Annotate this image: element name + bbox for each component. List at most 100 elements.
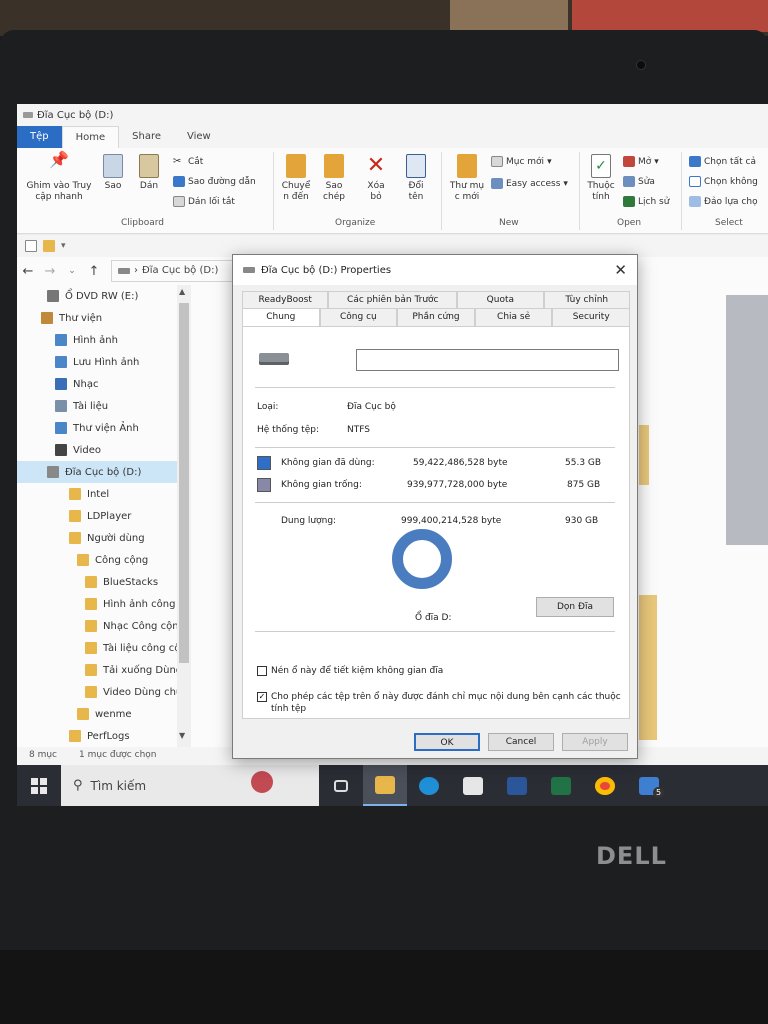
easy-access-button[interactable]: Easy access ▾ xyxy=(491,178,568,189)
properties-button[interactable]: ✓ Thuộc tính xyxy=(583,154,619,203)
forward-button[interactable]: → xyxy=(39,264,61,279)
nav-item[interactable]: Nhạc xyxy=(17,373,177,395)
excel-icon[interactable] xyxy=(539,765,583,806)
nav-item[interactable]: BlueStacks xyxy=(17,571,177,593)
index-checkbox[interactable]: ✓ xyxy=(257,692,267,702)
folder-item[interactable] xyxy=(639,425,649,485)
divider xyxy=(255,631,615,632)
compress-checkbox[interactable] xyxy=(257,666,267,676)
tab-customize[interactable]: Tùy chỉnh xyxy=(543,291,630,308)
copy-button[interactable]: Sao xyxy=(101,154,125,192)
copy-path-button[interactable]: Sao đường dẫn xyxy=(173,176,256,187)
dropdown-arrow-icon: ▾ xyxy=(547,156,552,167)
close-icon[interactable]: ✕ xyxy=(614,261,627,279)
nav-item[interactable]: Tải xuống Dùng ch xyxy=(17,659,177,681)
paste-button[interactable]: Dán xyxy=(137,154,161,192)
nav-item[interactable]: PerfLogs xyxy=(17,725,177,747)
nav-item[interactable]: Video xyxy=(17,439,177,461)
recent-locations-button[interactable]: ⌄ xyxy=(61,266,83,276)
scissors-icon: ✂ xyxy=(173,156,182,167)
nav-item[interactable]: Thư viện xyxy=(17,307,177,329)
file-explorer-icon[interactable] xyxy=(363,765,407,806)
tab-tools[interactable]: Công cụ xyxy=(319,308,398,326)
edge-icon[interactable] xyxy=(407,765,451,806)
tab-home[interactable]: Home xyxy=(61,126,120,148)
nav-item[interactable]: Tài liệu công cộng xyxy=(17,637,177,659)
edit-button[interactable]: Sửa xyxy=(623,176,655,187)
nav-item[interactable]: Hình ảnh xyxy=(17,329,177,351)
nav-item[interactable]: Hình ảnh công cộ xyxy=(17,593,177,615)
nav-item[interactable]: Tài liệu xyxy=(17,395,177,417)
tab-previous-versions[interactable]: Các phiên bản Trước xyxy=(328,291,458,308)
type-label: Loại: xyxy=(257,402,279,412)
nav-item[interactable]: Lưu Hình ảnh xyxy=(17,351,177,373)
nav-item[interactable]: LDPlayer xyxy=(17,505,177,527)
nav-item[interactable]: Công cộng xyxy=(17,549,177,571)
back-button[interactable]: ← xyxy=(17,264,39,279)
pictures-icon xyxy=(55,334,67,346)
paste-icon xyxy=(139,154,159,178)
nav-item[interactable]: wenme xyxy=(17,703,177,725)
tab-file[interactable]: Tệp xyxy=(17,126,62,148)
new-item-icon xyxy=(491,156,503,167)
nav-item[interactable]: Đĩa Cục bộ (D:) xyxy=(17,461,177,483)
tab-readyboost[interactable]: ReadyBoost xyxy=(242,291,329,308)
up-button[interactable]: ↑ xyxy=(83,264,105,279)
cancel-button[interactable]: Cancel xyxy=(488,733,554,751)
scroll-down-icon[interactable]: ▼ xyxy=(179,731,185,740)
chrome-icon[interactable] xyxy=(583,765,627,806)
store-icon[interactable] xyxy=(451,765,495,806)
tab-quota[interactable]: Quota xyxy=(457,291,544,308)
invert-selection-label: Đảo lựa chọ xyxy=(704,196,758,207)
drive-name-input[interactable] xyxy=(356,349,619,371)
nav-scrollbar[interactable]: ▲ ▼ xyxy=(177,285,191,747)
delete-button[interactable]: ✕ Xóa bỏ xyxy=(363,154,389,203)
tab-view[interactable]: View xyxy=(174,126,224,148)
group-separator xyxy=(579,152,580,230)
ok-button[interactable]: OK xyxy=(414,733,480,751)
taskbar-search[interactable]: ⚲ Tìm kiếm xyxy=(61,765,319,806)
new-folder-button[interactable]: Thư mụ c mới xyxy=(447,154,487,203)
nav-item[interactable]: Người dùng xyxy=(17,527,177,549)
search-highlight-icon[interactable] xyxy=(251,771,273,793)
apply-button[interactable]: Apply xyxy=(562,733,628,751)
paste-shortcut-button[interactable]: Dán lối tắt xyxy=(173,196,235,207)
word-icon[interactable] xyxy=(495,765,539,806)
history-button[interactable]: Lịch sử xyxy=(623,196,669,207)
nav-item[interactable]: Ổ DVD RW (E:) xyxy=(17,285,177,307)
nav-item[interactable]: Video Dùng chung xyxy=(17,681,177,703)
customize-toolbar-icon[interactable]: ▾ xyxy=(61,241,66,251)
start-button[interactable] xyxy=(17,765,61,806)
rename-button[interactable]: Đổi tên xyxy=(403,154,429,203)
new-item-label: Mục mới xyxy=(506,156,545,167)
properties-small-icon[interactable] xyxy=(25,240,37,252)
tab-general[interactable]: Chung xyxy=(242,308,320,326)
disk-cleanup-button[interactable]: Dọn Đĩa xyxy=(536,597,614,617)
nav-item[interactable]: Thư viện Ảnh xyxy=(17,417,177,439)
select-all-button[interactable]: Chọn tất cả xyxy=(689,156,756,167)
scrollbar-thumb[interactable] xyxy=(179,303,189,663)
task-view-icon[interactable] xyxy=(319,765,363,806)
used-space-swatch xyxy=(257,456,271,470)
select-none-button[interactable]: Chọn không xyxy=(689,176,758,187)
new-folder-small-icon[interactable] xyxy=(43,240,55,252)
select-all-label: Chọn tất cả xyxy=(704,156,756,167)
tab-security[interactable]: Security xyxy=(552,308,630,326)
folder-icon xyxy=(85,620,97,632)
nav-item[interactable]: Nhạc Công cộng xyxy=(17,615,177,637)
invert-selection-button[interactable]: Đảo lựa chọ xyxy=(689,196,758,207)
nav-item[interactable]: Intel xyxy=(17,483,177,505)
tab-share[interactable]: Share xyxy=(119,126,174,148)
open-button[interactable]: Mở ▾ xyxy=(623,156,659,167)
filesystem-value: NTFS xyxy=(347,425,370,435)
scroll-up-icon[interactable]: ▲ xyxy=(179,287,185,296)
folder-item[interactable] xyxy=(639,595,657,740)
mail-icon[interactable]: 5 xyxy=(627,765,671,806)
tab-hardware[interactable]: Phần cứng xyxy=(397,308,475,326)
new-item-button[interactable]: Mục mới ▾ xyxy=(491,156,552,167)
copy-to-button[interactable]: Sao chép xyxy=(317,154,351,203)
tab-sharing[interactable]: Chia sẻ xyxy=(474,308,553,326)
cut-button[interactable]: ✂ Cắt xyxy=(173,156,203,167)
pin-quick-access-button[interactable]: 📌 Ghim vào Truy cập nhanh xyxy=(23,152,95,203)
move-to-button[interactable]: Chuyể n đến xyxy=(279,154,313,203)
